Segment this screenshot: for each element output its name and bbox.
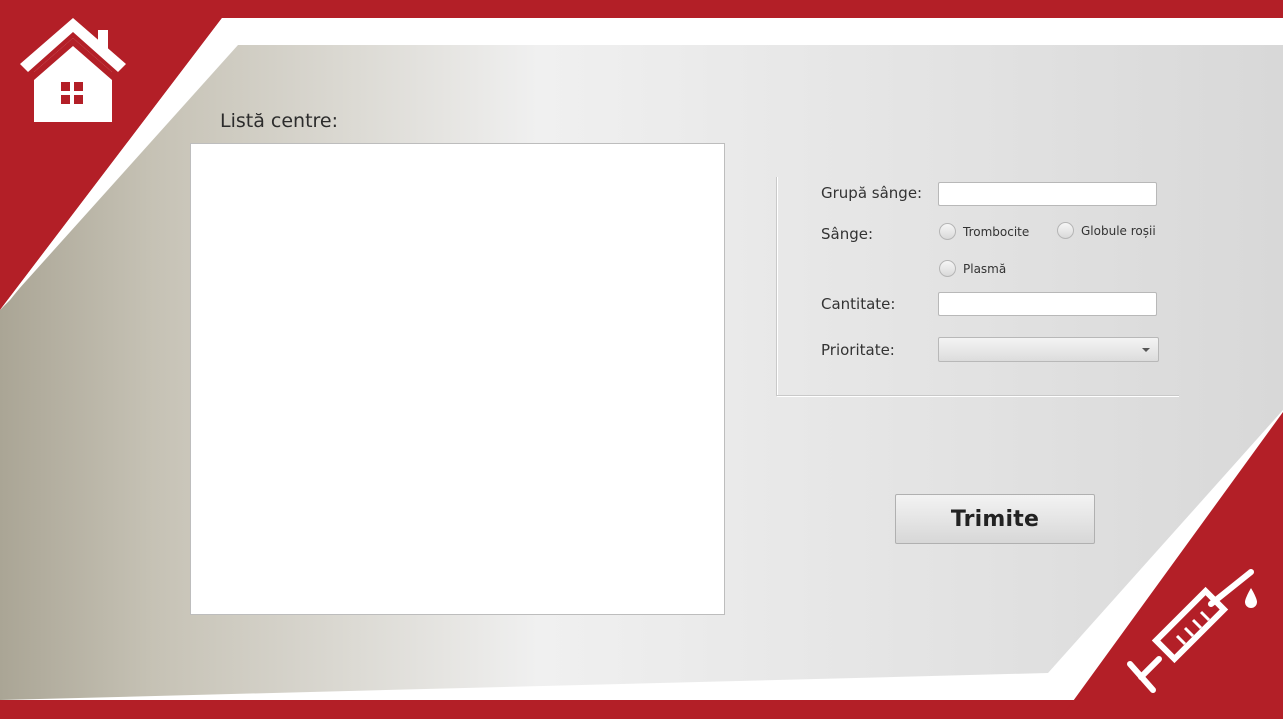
blood-type-label: Sânge:: [821, 225, 874, 243]
quantity-input[interactable]: [938, 292, 1157, 316]
centers-list[interactable]: [190, 143, 725, 615]
red-cells-label: Globule roșii: [1081, 223, 1156, 238]
form-panel-border-left: [777, 177, 778, 396]
radio-circle[interactable]: [1057, 222, 1074, 239]
centers-list-label: Listă centre:: [220, 110, 339, 132]
chevron-down-icon[interactable]: [1142, 348, 1150, 352]
priority-select[interactable]: [938, 337, 1159, 362]
blood-group-input[interactable]: [938, 182, 1157, 206]
quantity-label: Cantitate:: [821, 295, 896, 313]
blood-group-label: Grupă sânge:: [821, 184, 923, 202]
plasma-label: Plasmă: [963, 261, 1007, 276]
submit-button[interactable]: Trimite: [895, 494, 1095, 544]
platelets-label: Trombocite: [963, 224, 1030, 239]
plasma-radio[interactable]: Plasmă: [939, 260, 1006, 277]
syringe-icon: [1127, 569, 1257, 693]
form-panel-border-bottom: [777, 396, 1179, 397]
home-icon: [20, 18, 126, 122]
red-cells-radio[interactable]: Globule roșii: [1057, 222, 1156, 239]
platelets-radio[interactable]: Trombocite: [939, 223, 1029, 240]
radio-circle[interactable]: [939, 260, 956, 277]
priority-label: Prioritate:: [821, 341, 895, 359]
radio-circle[interactable]: [939, 223, 956, 240]
